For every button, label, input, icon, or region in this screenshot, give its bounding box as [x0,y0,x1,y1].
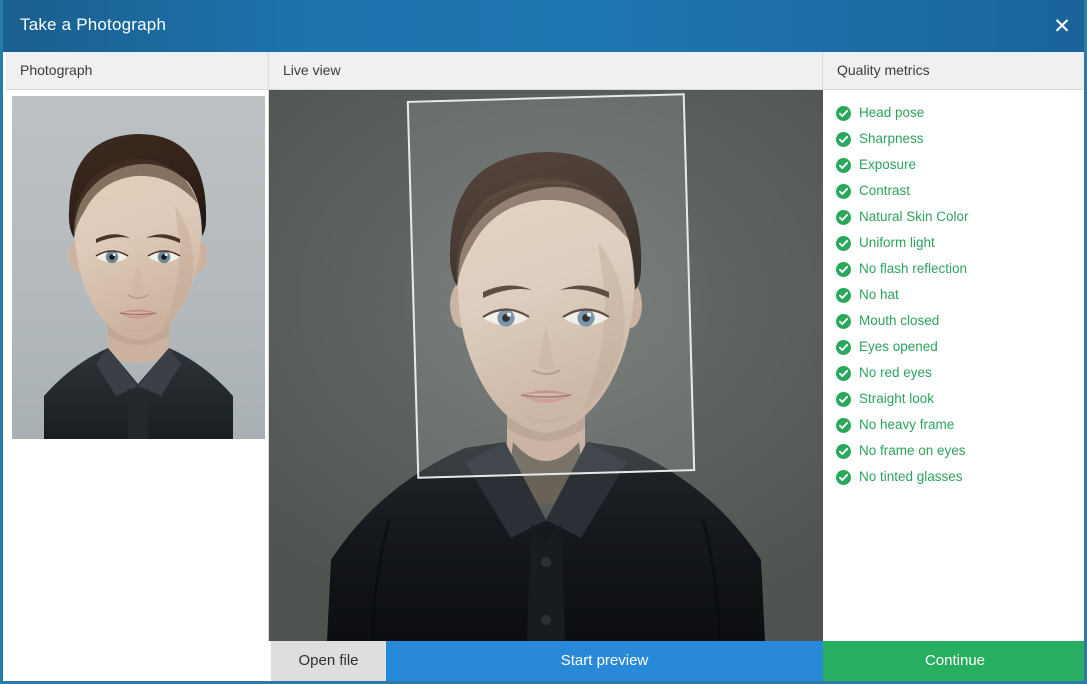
quality-metric-row: No frame on eyes [823,440,1084,466]
check-circle-icon [836,158,851,173]
quality-metric-label: No heavy frame [859,417,955,432]
photograph-panel [6,90,269,641]
quality-metric-row: No tinted glasses [823,466,1084,492]
check-circle-icon [836,444,851,459]
dialog-window: Take a Photograph ✕ Photograph Live view… [0,0,1087,684]
check-circle-icon [836,392,851,407]
quality-metric-row: Head pose [823,102,1084,128]
quality-metric-label: Natural Skin Color [859,209,969,224]
photograph-thumbnail[interactable] [12,96,265,439]
check-circle-icon [836,236,851,251]
check-circle-icon [836,262,851,277]
quality-metric-row: Sharpness [823,128,1084,154]
quality-metric-label: Mouth closed [859,313,940,328]
photograph-header-label: Photograph [20,62,93,78]
quality-metrics-header-label: Quality metrics [837,62,930,78]
quality-metric-label: No flash reflection [859,261,968,276]
live-view-panel-header: Live view [269,52,823,90]
page-title: Take a Photograph [20,15,167,34]
live-view-panel[interactable] [269,90,823,641]
button-bar-spacer [6,641,271,681]
photograph-panel-header: Photograph [6,52,269,90]
check-circle-icon [836,418,851,433]
button-bar: Open file Start preview Continue [6,641,1084,681]
title-bar: Take a Photograph ✕ [3,0,1084,52]
check-circle-icon [836,340,851,355]
quality-metric-label: No red eyes [859,365,932,380]
quality-metric-label: Eyes opened [859,339,938,354]
close-icon: ✕ [1053,14,1071,38]
quality-metric-row: No red eyes [823,362,1084,388]
crop-frame-overlay[interactable] [406,93,696,479]
check-circle-icon [836,106,851,121]
quality-metric-label: Uniform light [859,235,935,250]
quality-metric-row: No flash reflection [823,258,1084,284]
quality-metric-label: Head pose [859,105,925,120]
quality-metric-label: Exposure [859,157,917,172]
open-file-button[interactable]: Open file [271,641,386,681]
start-preview-button[interactable]: Start preview [386,641,823,681]
quality-metric-row: Natural Skin Color [823,206,1084,232]
check-circle-icon [836,132,851,147]
portrait-image [12,96,265,439]
check-circle-icon [836,314,851,329]
quality-metric-label: No hat [859,287,899,302]
check-circle-icon [836,470,851,485]
quality-metric-row: Straight look [823,388,1084,414]
quality-metric-row: Contrast [823,180,1084,206]
continue-button[interactable]: Continue [823,641,1084,681]
quality-metric-row: Mouth closed [823,310,1084,336]
quality-metric-label: No tinted glasses [859,469,963,484]
check-circle-icon [836,184,851,199]
quality-metric-row: No hat [823,284,1084,310]
check-circle-icon [836,288,851,303]
quality-metric-row: Exposure [823,154,1084,180]
quality-metrics-list: Head pose Sharpness Exposure Contrast Natura… [823,102,1084,492]
quality-metric-label: Sharpness [859,131,924,146]
quality-metric-row: Uniform light [823,232,1084,258]
quality-metric-label: No frame on eyes [859,443,966,458]
quality-metrics-panel-header: Quality metrics [823,52,1084,90]
check-circle-icon [836,366,851,381]
quality-metrics-panel: Head pose Sharpness Exposure Contrast Natura… [823,90,1084,641]
quality-metric-label: Straight look [859,391,935,406]
close-button[interactable]: ✕ [1034,0,1084,52]
quality-metric-row: Eyes opened [823,336,1084,362]
quality-metric-row: No heavy frame [823,414,1084,440]
live-view-header-label: Live view [283,62,341,78]
quality-metric-label: Contrast [859,183,911,198]
check-circle-icon [836,210,851,225]
